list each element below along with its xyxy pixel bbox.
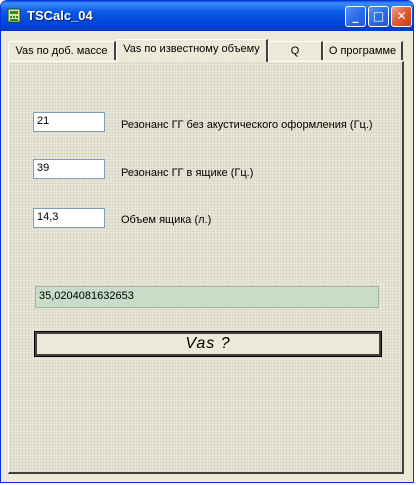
tab-vas-by-mass[interactable]: Vas по доб. массе [8, 41, 116, 60]
f0-input[interactable]: 21 [33, 112, 105, 132]
vb-input[interactable]: 14,3 [33, 208, 105, 228]
f0-label: Резонанс ГГ без акустического оформления… [121, 119, 373, 131]
app-window: TSCalc_04 _ □ ✕ Vas по доб. массе Vas по… [0, 0, 414, 483]
app-icon [7, 8, 21, 23]
calc-vas-button[interactable]: Vas ? [34, 331, 382, 357]
tab-vas-by-volume[interactable]: Vas по известному объему [116, 39, 268, 62]
tab-q[interactable]: Q [268, 41, 323, 60]
client-area: Vas по доб. массе Vas по известному объе… [4, 31, 410, 481]
minimize-button[interactable]: _ [345, 6, 366, 27]
title-bar[interactable]: TSCalc_04 _ □ ✕ [1, 1, 413, 31]
vb-label: Объем ящика (л.) [121, 214, 212, 226]
fc-label: Резонанс ГГ в ящике (Гц.) [121, 167, 254, 179]
window-title: TSCalc_04 [27, 8, 93, 23]
calc-vas-label: Vas ? [185, 335, 231, 352]
tab-strip: Vas по доб. массе Vas по известному объе… [8, 39, 408, 62]
fc-input[interactable]: 39 [33, 159, 105, 179]
maximize-button[interactable]: □ [368, 6, 389, 27]
result-field: 35,0204081632653 [35, 286, 379, 308]
tab-about[interactable]: О программе [323, 41, 403, 60]
tab-panel: 21 Резонанс ГГ без акустического оформле… [8, 61, 404, 474]
close-button[interactable]: ✕ [391, 6, 412, 27]
